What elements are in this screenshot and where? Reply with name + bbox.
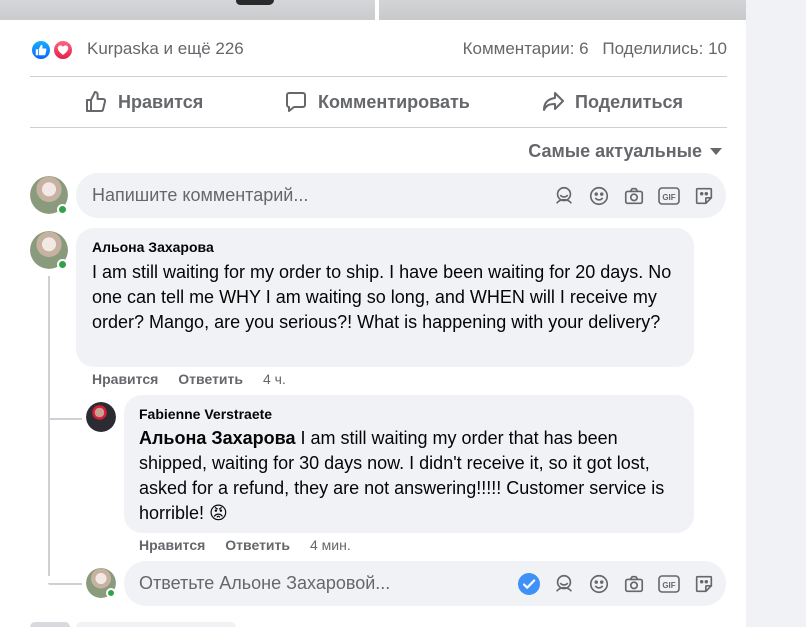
sticker-icon[interactable] (692, 572, 716, 596)
emoji-icon[interactable] (587, 184, 611, 208)
reply-composer-icons: GIF (506, 561, 716, 606)
avatar[interactable] (86, 402, 116, 432)
sticker-icon[interactable] (692, 184, 716, 208)
like-reaction-icon (30, 39, 52, 61)
mention-link[interactable]: Альона Захарова (139, 428, 296, 448)
reply-timestamp[interactable]: 4 мин. (310, 537, 351, 553)
next-comment-avatar (30, 622, 70, 627)
thread-line (48, 583, 82, 585)
comment-meta: Нравится Ответить 4 ч. (92, 371, 286, 387)
love-reaction-icon (52, 39, 74, 61)
sort-label: Самые актуальные (528, 141, 702, 161)
online-status-indicator (106, 588, 116, 598)
comment-timestamp[interactable]: 4 ч. (263, 371, 286, 387)
reply-bubble: Fabienne Verstraete Альона Захарова I am… (124, 395, 694, 533)
caret-down-icon (710, 148, 722, 155)
emoji-icon[interactable] (587, 572, 611, 596)
comment-reply-link[interactable]: Ответить (178, 371, 243, 387)
reply-input[interactable] (139, 561, 499, 606)
reply-composer[interactable]: GIF (124, 561, 726, 606)
thread-line (48, 276, 50, 576)
gif-icon[interactable]: GIF (657, 572, 681, 596)
post-card: Kurpaska и ещё 226 Комментарии: 6 Подели… (0, 0, 746, 627)
reply-like-link[interactable]: Нравится (139, 537, 205, 553)
next-comment-bubble (76, 622, 236, 627)
composer-icons: GIF (541, 173, 716, 218)
svg-text:GIF: GIF (662, 581, 675, 590)
divider (30, 127, 727, 128)
post-actions: Нравится Комментировать Поделиться (30, 78, 727, 126)
post-photo-left[interactable] (0, 0, 375, 20)
comment-text: I am still waiting for my order to ship.… (92, 262, 672, 332)
like-button[interactable]: Нравится (84, 78, 203, 126)
post-photo-right[interactable] (379, 0, 746, 20)
shares-count-link[interactable]: Поделились: 10 (602, 39, 727, 58)
camera-icon[interactable] (622, 572, 646, 596)
gif-icon[interactable]: GIF (657, 184, 681, 208)
divider (30, 76, 727, 77)
reply-author[interactable]: Fabienne Verstraete (139, 406, 679, 422)
online-status-indicator (57, 204, 68, 215)
comment-author[interactable]: Альона Захарова (92, 239, 678, 255)
comment-bubble: Альона Захарова I am still waiting for m… (76, 228, 694, 367)
comment-like-link[interactable]: Нравится (92, 371, 158, 387)
reply-reply-link[interactable]: Ответить (225, 537, 290, 553)
check-circle-icon[interactable] (517, 572, 541, 596)
reaction-icons[interactable] (30, 39, 78, 61)
post-stats: Комментарии: 6 Поделились: 10 (463, 39, 727, 59)
comment-composer[interactable]: GIF (76, 173, 726, 218)
comment-button-label: Комментировать (318, 91, 470, 112)
thumbs-up-icon (86, 91, 107, 112)
share-icon (543, 92, 564, 111)
reactors-link[interactable]: Kurpaska и ещё 226 (87, 39, 244, 59)
comments-count-link[interactable]: Комментарии: 6 (463, 39, 589, 58)
share-button[interactable]: Поделиться (541, 78, 683, 126)
svg-text:GIF: GIF (662, 193, 675, 202)
reactions-summary: Kurpaska и ещё 226 Комментарии: 6 Подели… (30, 36, 727, 64)
online-status-indicator (57, 259, 68, 270)
post-photos[interactable] (0, 0, 746, 20)
like-button-label: Нравится (118, 91, 204, 112)
reply-meta: Нравится Ответить 4 мин. (139, 537, 351, 553)
comment-input[interactable] (92, 173, 532, 218)
comment-button[interactable]: Комментировать (284, 78, 470, 126)
reply-text: Альона Захарова I am still waiting my or… (139, 426, 679, 526)
avatar-sticker-icon[interactable] (552, 184, 576, 208)
share-button-label: Поделиться (575, 91, 684, 112)
comment-icon (286, 92, 306, 112)
camera-icon[interactable] (622, 184, 646, 208)
avatar-sticker-icon[interactable] (552, 572, 576, 596)
thread-line (48, 418, 82, 420)
comment-sort-dropdown[interactable]: Самые актуальные (528, 141, 722, 162)
